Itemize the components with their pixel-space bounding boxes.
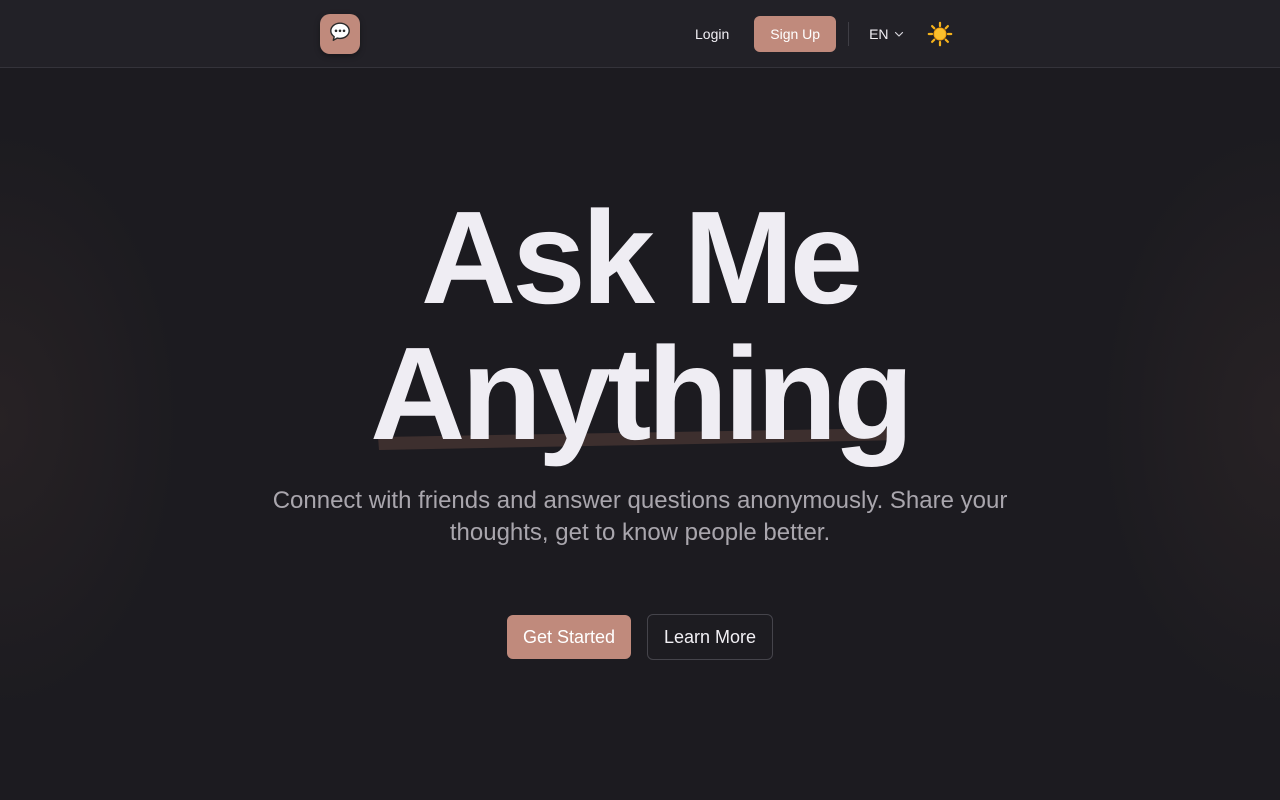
- landing-page: Login Sign Up EN Ask Me Anything Connect…: [0, 0, 1280, 800]
- hero-actions: Get Started Learn More: [0, 614, 1280, 660]
- chat-bubble-icon: [328, 20, 352, 49]
- chevron-down-icon: [894, 31, 903, 37]
- top-navbar: Login Sign Up EN: [0, 0, 1280, 68]
- learn-more-button[interactable]: Learn More: [647, 614, 774, 660]
- hero-title-line-1: Ask Me: [420, 184, 863, 331]
- theme-toggle-button[interactable]: [922, 16, 958, 52]
- app-logo[interactable]: [320, 14, 360, 54]
- signup-button[interactable]: Sign Up: [754, 16, 837, 52]
- nav-divider: [848, 22, 850, 46]
- hero-subtitle: Connect with friends and answer question…: [272, 487, 1008, 546]
- login-button[interactable]: Login: [678, 16, 746, 52]
- language-selector[interactable]: EN: [861, 16, 911, 52]
- get-started-button[interactable]: Get Started: [506, 615, 631, 659]
- sun-icon: [927, 21, 952, 47]
- hero-title-line-2: Anything: [370, 320, 914, 467]
- language-label: EN: [869, 26, 889, 42]
- hero-title: Ask Me Anything: [0, 190, 1280, 462]
- header-actions: Login Sign Up EN: [678, 16, 958, 52]
